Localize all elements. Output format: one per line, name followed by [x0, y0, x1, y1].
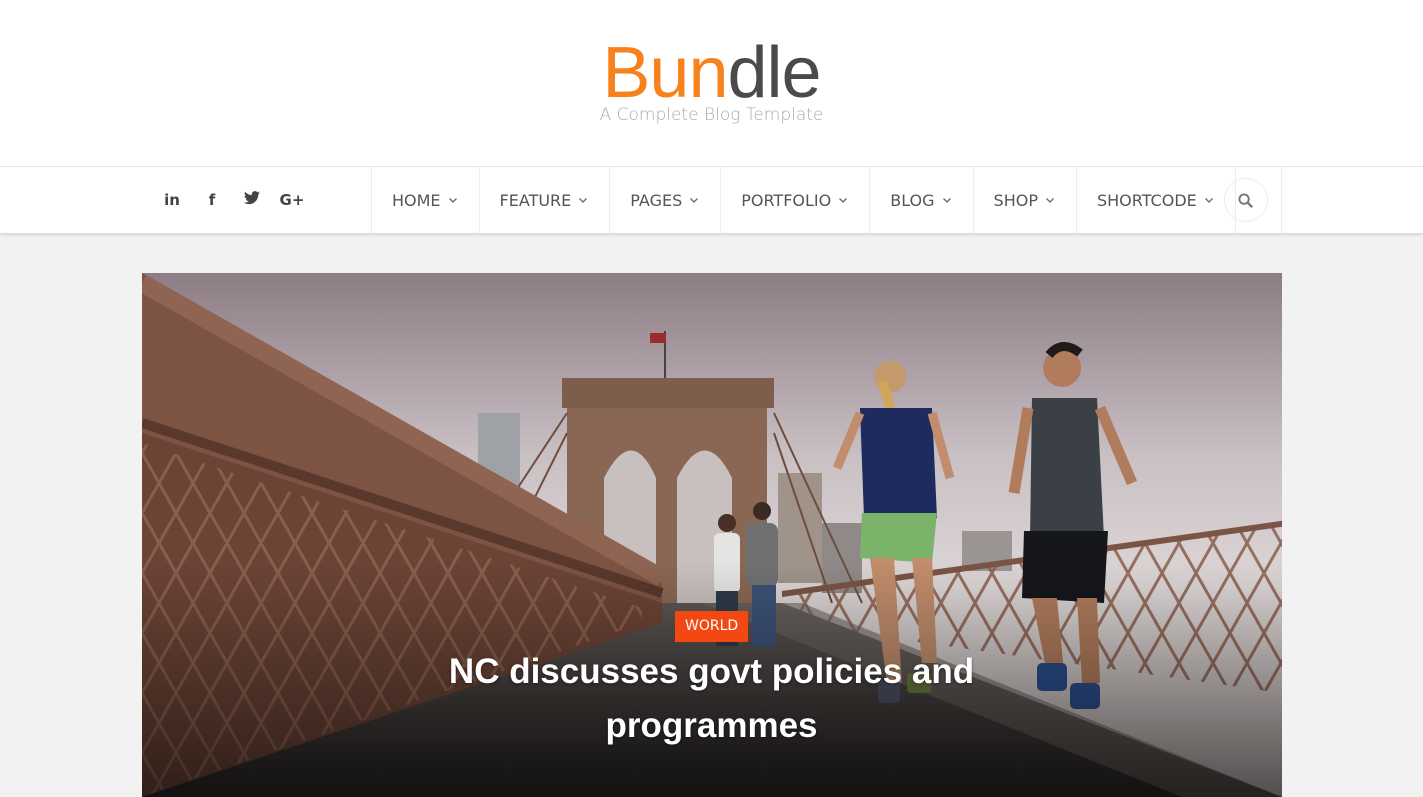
main-navigation: in f G+ HOME FEATURE PAGES PORTFOLIO BLO…	[0, 166, 1423, 233]
chevron-down-icon	[1046, 198, 1054, 203]
chevron-down-icon	[839, 198, 848, 203]
logo-part-orange: Bun	[602, 33, 728, 113]
logo-part-dark: dle	[727, 33, 822, 113]
nav-item-label: SHORTCODE	[1096, 190, 1197, 210]
site-logo[interactable]: Bundle	[0, 34, 1423, 112]
category-badge[interactable]: WORLD	[675, 611, 749, 642]
nav-item-portfolio[interactable]: PORTFOLIO	[721, 167, 871, 233]
site-tagline: A Complete Blog Template	[599, 105, 824, 125]
facebook-icon[interactable]: f	[192, 191, 232, 209]
chevron-down-icon	[448, 198, 457, 203]
linkedin-icon[interactable]: in	[152, 191, 192, 209]
nav-item-feature[interactable]: FEATURE	[480, 167, 611, 233]
chevron-down-icon	[942, 198, 951, 203]
nav-item-shop[interactable]: SHOP	[974, 167, 1077, 233]
nav-menu: HOME FEATURE PAGES PORTFOLIO BLOG SHOP S…	[371, 167, 1236, 233]
chevron-down-icon	[690, 198, 699, 203]
nav-item-label: BLOG	[890, 190, 935, 210]
search-button[interactable]	[1223, 178, 1268, 222]
chevron-down-icon	[579, 198, 588, 203]
nav-item-home[interactable]: HOME	[372, 167, 480, 233]
nav-item-label: FEATURE	[499, 190, 572, 210]
nav-item-label: HOME	[392, 190, 441, 210]
site-header: Bundle A Complete Blog Template	[0, 0, 1423, 166]
nav-item-label: PAGES	[630, 190, 683, 210]
nav-item-label: SHOP	[993, 190, 1038, 210]
google-plus-icon[interactable]: G+	[272, 191, 312, 209]
social-links: in f G+	[152, 167, 312, 233]
nav-item-blog[interactable]: BLOG	[870, 167, 974, 233]
nav-item-pages[interactable]: PAGES	[610, 167, 722, 233]
search-icon	[1238, 192, 1253, 208]
nav-item-label: PORTFOLIO	[741, 190, 832, 210]
featured-post-title[interactable]: NC discusses govt policies and programme…	[400, 645, 1023, 753]
search-container	[1210, 167, 1282, 233]
twitter-icon[interactable]	[232, 191, 272, 209]
